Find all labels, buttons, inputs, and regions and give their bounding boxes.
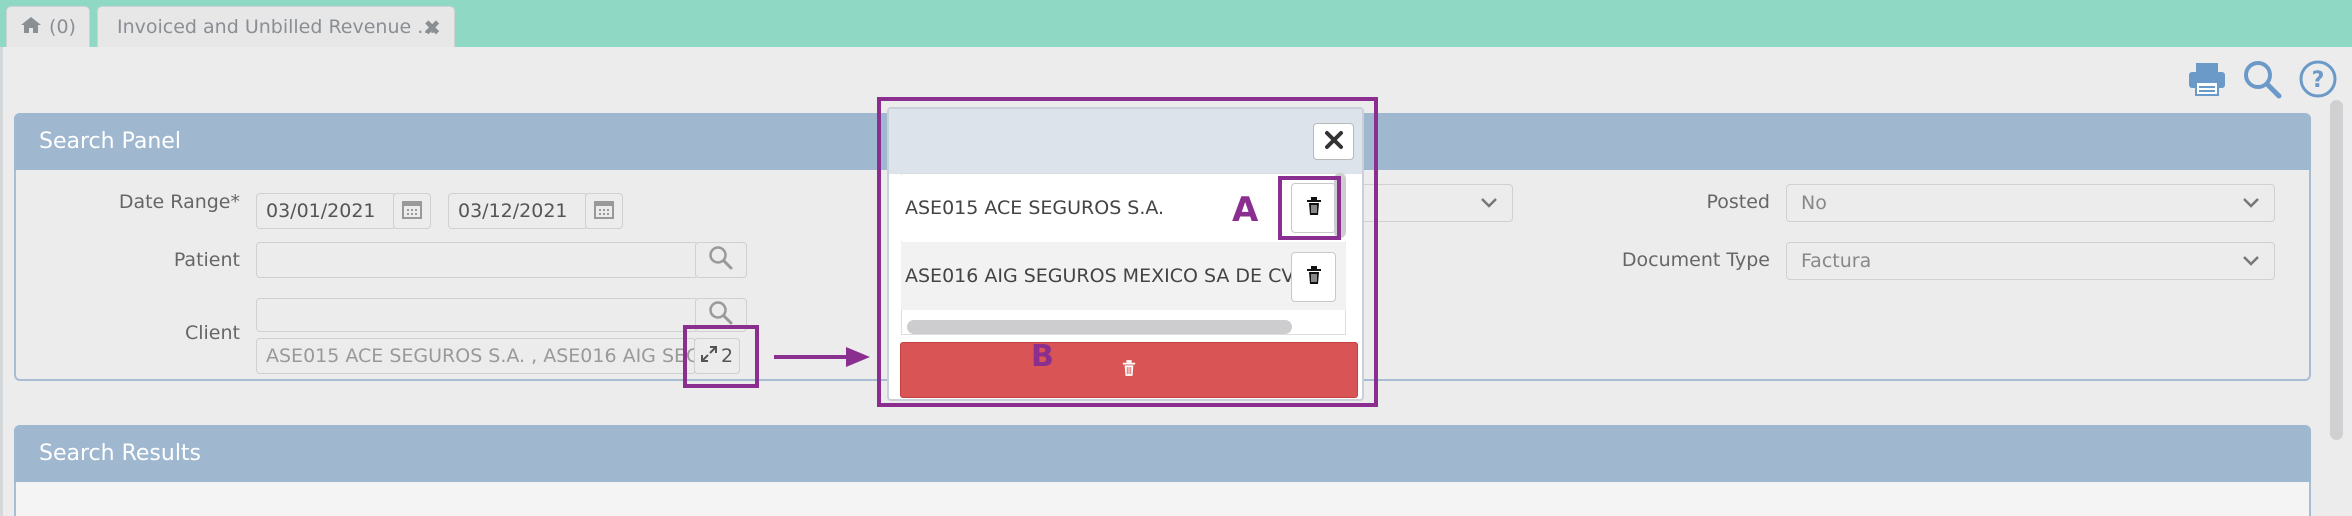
chevron-down-icon [2240, 192, 2262, 219]
annotation-box-popup [877, 97, 1378, 407]
client-selected-values: ASE015 ACE SEGUROS S.A. , ASE016 AIG SEG… [256, 338, 696, 374]
posted-select[interactable]: No [1786, 184, 2275, 222]
date-range-label: Date Range* [118, 191, 240, 213]
close-tab-icon[interactable]: ✖ [423, 16, 441, 40]
search-results-body [16, 482, 2309, 516]
date-from-calendar-button[interactable] [393, 193, 431, 229]
search-results-title: Search Results [39, 441, 202, 466]
calendar-icon [402, 199, 422, 223]
tab-home[interactable]: (0) [6, 6, 90, 47]
print-icon[interactable] [2183, 55, 2231, 103]
search-icon[interactable] [2238, 55, 2286, 103]
client-label: Client [184, 322, 240, 344]
posted-value: No [1801, 192, 1827, 214]
search-panel-title: Search Panel [39, 129, 181, 154]
chevron-down-icon [1478, 192, 1500, 219]
date-from-input[interactable]: 03/01/2021 [256, 193, 396, 229]
search-icon [708, 245, 734, 275]
tab-label: Invoiced and Unbilled Revenue ... [117, 16, 436, 38]
document-type-select[interactable]: Factura [1786, 242, 2275, 280]
patient-search-button[interactable] [695, 242, 747, 278]
annotation-label-a: A [1232, 190, 1259, 230]
patient-label: Patient [173, 249, 240, 271]
tab-invoiced-unbilled-revenue[interactable]: Invoiced and Unbilled Revenue ... ✖ [97, 6, 455, 47]
calendar-icon [594, 199, 614, 223]
annotation-box-a [1278, 176, 1341, 240]
client-search-input[interactable] [256, 298, 698, 332]
page-scrollbar[interactable] [2330, 100, 2343, 440]
date-to-calendar-button[interactable] [585, 193, 623, 229]
annotation-label-b: B [1031, 339, 1054, 374]
left-border [0, 47, 3, 516]
date-to-input[interactable]: 03/12/2021 [448, 193, 588, 229]
posted-label: Posted [1706, 191, 1770, 213]
home-icon [20, 16, 42, 39]
help-icon[interactable]: ? [2294, 55, 2342, 103]
search-results-header: Search Results [14, 425, 2311, 482]
annotation-arrow [774, 347, 870, 367]
home-tab-count: (0) [49, 16, 76, 38]
svg-text:?: ? [2312, 68, 2325, 93]
document-type-label: Document Type [1621, 249, 1770, 271]
annotation-box-expand [683, 325, 759, 388]
patient-input[interactable] [256, 242, 698, 278]
document-type-value: Factura [1801, 250, 1872, 272]
chevron-down-icon [2240, 250, 2262, 277]
